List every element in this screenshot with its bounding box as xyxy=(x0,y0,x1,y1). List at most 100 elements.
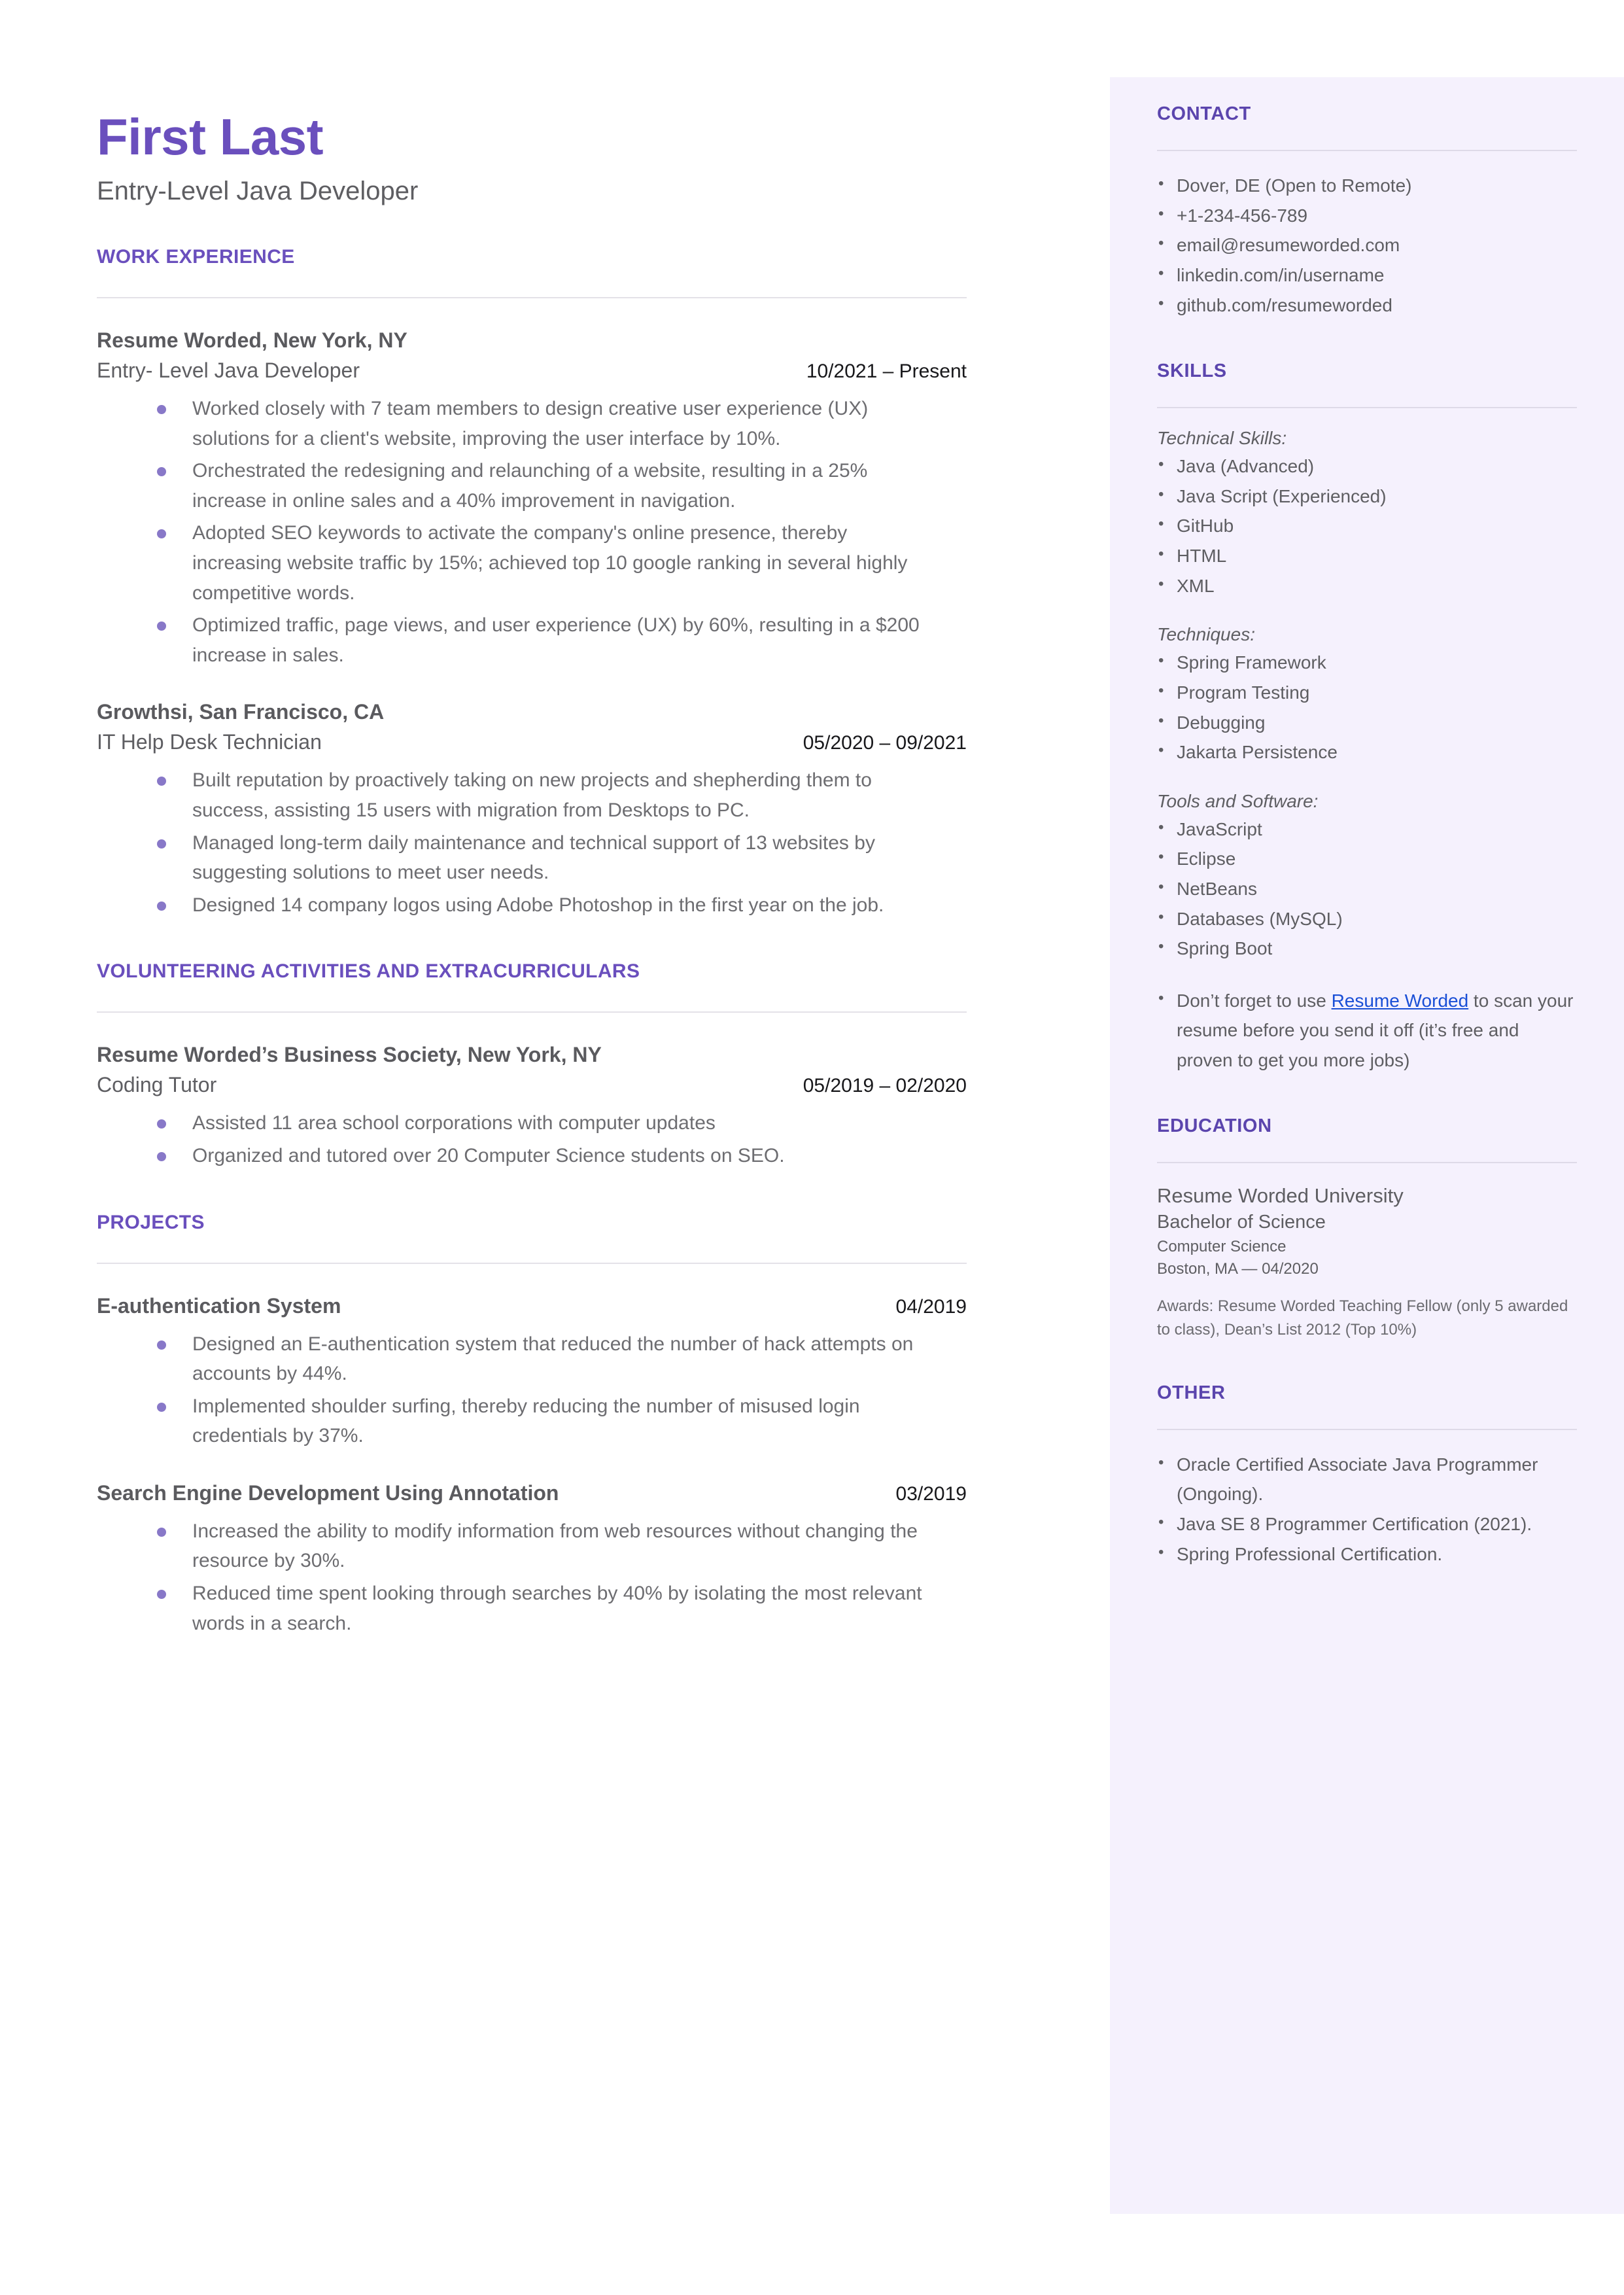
work-entry-row: Entry- Level Java Developer 10/2021 – Pr… xyxy=(97,357,967,383)
volunteering-entry-title: Coding Tutor xyxy=(97,1073,217,1097)
projects-divider xyxy=(97,1262,967,1264)
skill-item: HTML xyxy=(1157,541,1577,571)
education-divider xyxy=(1157,1161,1577,1163)
volunteering-entry-bullets: Assisted 11 area school corporations wit… xyxy=(97,1108,927,1170)
resume-worded-link[interactable]: Resume Worded xyxy=(1332,990,1469,1011)
project-date: 03/2019 xyxy=(895,1482,967,1505)
project-name: E-authentication System xyxy=(97,1293,341,1318)
skill-item: Jakarta Persistence xyxy=(1157,737,1577,767)
volunteering-heading: VOLUNTEERING ACTIVITIES AND EXTRACURRICU… xyxy=(97,960,640,983)
work-experience-heading: WORK EXPERIENCE xyxy=(97,246,295,268)
contact-item-phone: +1-234-456-789 xyxy=(1157,201,1577,231)
contact-list: Dover, DE (Open to Remote) +1-234-456-78… xyxy=(1157,171,1577,320)
skill-group-techniques: Techniques: Spring Framework Program Tes… xyxy=(1157,624,1577,767)
work-entry-date: 05/2020 – 09/2021 xyxy=(803,732,967,754)
work-entry-row: IT Help Desk Technician 05/2020 – 09/202… xyxy=(97,729,967,755)
contact-item-location: Dover, DE (Open to Remote) xyxy=(1157,171,1577,201)
education-awards: Awards: Resume Worded Teaching Fellow (o… xyxy=(1157,1297,1568,1339)
skill-group-label: Technical Skills: xyxy=(1157,428,1287,449)
bullet-item: Optimized traffic, page views, and user … xyxy=(148,610,927,670)
skill-group-tools: Tools and Software: JavaScript Eclipse N… xyxy=(1157,791,1577,964)
project-entry: E-authentication System 04/2019 Designed… xyxy=(97,1293,1045,1451)
other-heading: OTHER xyxy=(1157,1382,1226,1403)
sidebar: CONTACT Dover, DE (Open to Remote) +1-23… xyxy=(1110,77,1624,2214)
skill-item: Java Script (Experienced) xyxy=(1157,482,1577,512)
promo-text-before: Don’t forget to use xyxy=(1177,990,1332,1011)
volunteering-entry-date: 05/2019 – 02/2020 xyxy=(803,1075,967,1097)
skill-item: Program Testing xyxy=(1157,678,1577,708)
section-volunteering: VOLUNTEERING ACTIVITIES AND EXTRACURRICU… xyxy=(97,960,1045,1170)
skill-item: Eclipse xyxy=(1157,844,1577,874)
sidebar-section-other: OTHER Oracle Certified Associate Java Pr… xyxy=(1157,1382,1577,1569)
education-location-date: Boston, MA — 04/2020 xyxy=(1157,1260,1319,1278)
skill-item: Java (Advanced) xyxy=(1157,451,1577,482)
section-projects: PROJECTS E-authentication System 04/2019… xyxy=(97,1212,1045,1639)
skill-item: GitHub xyxy=(1157,511,1577,541)
page-title: First Last xyxy=(97,108,324,166)
contact-divider xyxy=(1157,150,1577,151)
skill-item: XML xyxy=(1157,571,1577,601)
skill-group-label: Tools and Software: xyxy=(1157,790,1319,811)
volunteering-entry: Resume Worded’s Business Society, New Yo… xyxy=(97,1042,1045,1170)
skill-item: Databases (MySQL) xyxy=(1157,904,1577,934)
work-experience-divider xyxy=(97,297,967,298)
contact-item-linkedin[interactable]: linkedin.com/in/username xyxy=(1157,260,1577,290)
bullet-item: Designed 14 company logos using Adobe Ph… xyxy=(148,890,927,920)
project-entry-row: Search Engine Development Using Annotati… xyxy=(97,1480,967,1506)
bullet-item: Increased the ability to modify informat… xyxy=(148,1516,927,1576)
bullet-item: Designed an E-authentication system that… xyxy=(148,1329,927,1389)
work-entry-title: Entry- Level Java Developer xyxy=(97,359,360,382)
bullet-item: Organized and tutored over 20 Computer S… xyxy=(148,1141,927,1171)
project-entry-row: E-authentication System 04/2019 xyxy=(97,1293,967,1319)
sidebar-section-education: EDUCATION Resume Worded University Bache… xyxy=(1157,1115,1577,1342)
work-entry-org: Growthsi, San Francisco, CA xyxy=(97,700,385,724)
contact-heading: CONTACT xyxy=(1157,103,1251,124)
resume-page: CONTACT Dover, DE (Open to Remote) +1-23… xyxy=(0,0,1624,2295)
skill-list-tools: JavaScript Eclipse NetBeans Databases (M… xyxy=(1157,815,1577,964)
bullet-item: Reduced time spent looking through searc… xyxy=(148,1579,927,1638)
project-entry: Search Engine Development Using Annotati… xyxy=(97,1480,1045,1638)
volunteering-divider xyxy=(97,1011,967,1013)
other-list: Oracle Certified Associate Java Programm… xyxy=(1157,1450,1577,1569)
bullet-item: Managed long-term daily maintenance and … xyxy=(148,828,927,888)
main-column: First Last Entry-Level Java Developer WO… xyxy=(97,0,1045,1641)
bullet-item: Implemented shoulder surfing, thereby re… xyxy=(148,1392,927,1451)
education-school: Resume Worded University xyxy=(1157,1183,1404,1207)
contact-item-github[interactable]: github.com/resumeworded xyxy=(1157,290,1577,321)
work-entry-bullets: Built reputation by proactively taking o… xyxy=(97,765,927,920)
bullet-item: Orchestrated the redesigning and relaunc… xyxy=(148,456,927,516)
skill-group-technical: Technical Skills: Java (Advanced) Java S… xyxy=(1157,428,1577,601)
other-item: Java SE 8 Programmer Certification (2021… xyxy=(1157,1509,1577,1539)
skill-item: Debugging xyxy=(1157,708,1577,738)
work-entry: Growthsi, San Francisco, CA IT Help Desk… xyxy=(97,699,1045,920)
other-item: Oracle Certified Associate Java Programm… xyxy=(1157,1450,1577,1509)
bullet-item: Adopted SEO keywords to activate the com… xyxy=(148,518,927,608)
contact-item-email[interactable]: email@resumeworded.com xyxy=(1157,230,1577,260)
job-subtitle: Entry-Level Java Developer xyxy=(97,177,419,205)
project-name: Search Engine Development Using Annotati… xyxy=(97,1480,559,1505)
sidebar-section-skills: SKILLS Technical Skills: Java (Advanced)… xyxy=(1157,360,1577,1075)
education-heading: EDUCATION xyxy=(1157,1115,1272,1136)
project-date: 04/2019 xyxy=(895,1295,967,1318)
skill-list-technical: Java (Advanced) Java Script (Experienced… xyxy=(1157,451,1577,601)
volunteering-entry-org: Resume Worded’s Business Society, New Yo… xyxy=(97,1043,602,1067)
other-item: Spring Professional Certification. xyxy=(1157,1539,1577,1569)
volunteering-entry-row: Coding Tutor 05/2019 – 02/2020 xyxy=(97,1072,967,1098)
work-entry-org: Resume Worded, New York, NY xyxy=(97,328,407,352)
section-work-experience: WORK EXPERIENCE Resume Worded, New York,… xyxy=(97,246,1045,920)
education-degree: Bachelor of Science xyxy=(1157,1212,1326,1233)
skills-heading: SKILLS xyxy=(1157,360,1227,382)
skill-item: Spring Framework xyxy=(1157,648,1577,678)
work-entry-title: IT Help Desk Technician xyxy=(97,730,322,754)
project-bullets: Increased the ability to modify informat… xyxy=(97,1516,927,1638)
skill-item: NetBeans xyxy=(1157,874,1577,904)
bullet-item: Assisted 11 area school corporations wit… xyxy=(148,1108,927,1138)
skill-group-label: Techniques: xyxy=(1157,624,1255,645)
promo-note: Don’t forget to use Resume Worded to sca… xyxy=(1157,986,1577,1075)
projects-heading: PROJECTS xyxy=(97,1211,205,1233)
skill-list-techniques: Spring Framework Program Testing Debuggi… xyxy=(1157,648,1577,767)
bullet-item: Built reputation by proactively taking o… xyxy=(148,765,927,825)
work-entry-date: 10/2021 – Present xyxy=(806,360,967,382)
other-divider xyxy=(1157,1428,1577,1430)
skill-item: Spring Boot xyxy=(1157,934,1577,964)
